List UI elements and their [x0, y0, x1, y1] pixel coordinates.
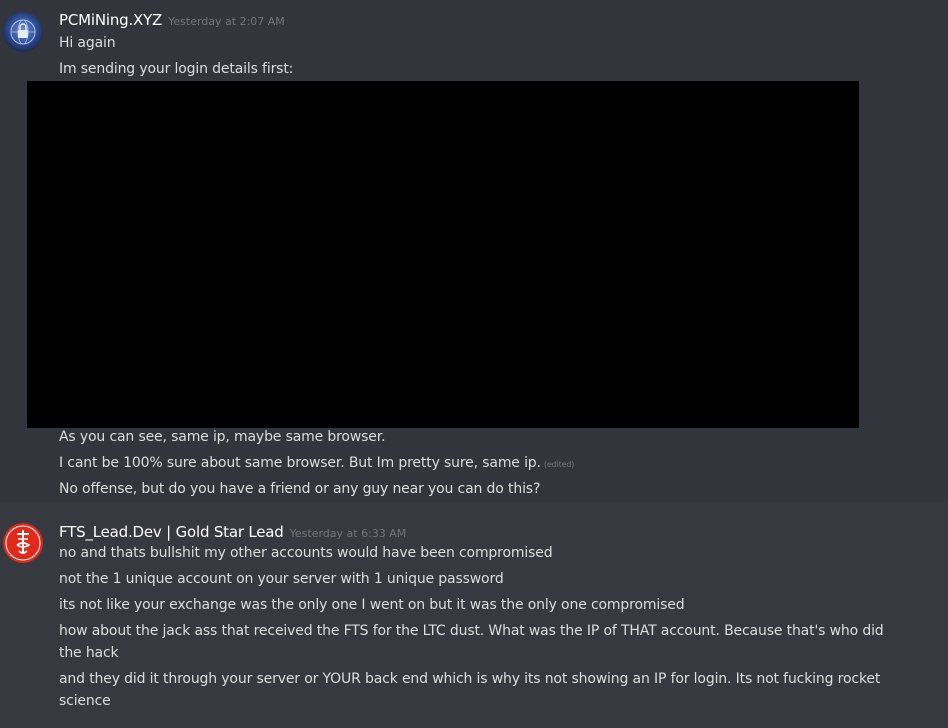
message-text: not the 1 unique account on your server …: [59, 571, 504, 587]
message-header: PCMiNing.XYZ Yesterday at 2:07 AM: [59, 10, 285, 29]
username[interactable]: FTS_Lead.Dev | Gold Star Lead: [59, 523, 284, 541]
timestamp: Yesterday at 2:07 AM: [168, 15, 285, 28]
message-text: I cant be 100% sure about same browser. …: [59, 455, 541, 471]
message-text: Hi again: [59, 35, 116, 51]
message-text: its not like your exchange was the only …: [59, 597, 685, 613]
message-text: and they did it through your server or Y…: [59, 671, 881, 709]
image-attachment[interactable]: [27, 81, 859, 428]
message-text: As you can see, same ip, maybe same brow…: [59, 429, 386, 445]
fts-logo-icon: [3, 523, 43, 563]
message-text: how about the jack ass that received the…: [59, 623, 884, 661]
message-text: No offense, but do you have a friend or …: [59, 481, 541, 497]
chat-messages: PCMiNing.XYZ Yesterday at 2:07 AM Hi agai…: [0, 0, 948, 728]
avatar[interactable]: [3, 12, 43, 52]
username[interactable]: PCMiNing.XYZ: [59, 11, 162, 29]
message-text: Im sending your login details first:: [59, 61, 294, 77]
message-text: no and thats bullshit my other accounts …: [59, 545, 553, 561]
message-line: I cant be 100% sure about same browser. …: [59, 452, 909, 476]
lock-globe-icon: [3, 12, 43, 52]
timestamp: Yesterday at 6:33 AM: [289, 527, 407, 540]
edited-label: (edited): [543, 460, 575, 469]
message-group: PCMiNing.XYZ Yesterday at 2:07 AM Hi agai…: [0, 0, 948, 502]
message-header: FTS_Lead.Dev | Gold Star Lead Yesterday a…: [59, 522, 406, 541]
avatar[interactable]: [3, 523, 43, 563]
message-group: FTS_Lead.Dev | Gold Star Lead Yesterday a…: [0, 502, 948, 728]
